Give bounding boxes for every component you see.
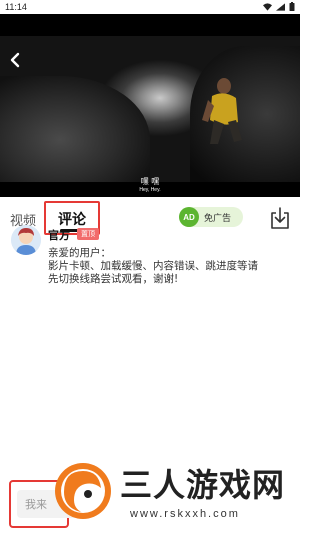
watermark-logo-icon — [55, 463, 111, 519]
battery-icon — [289, 2, 295, 11]
remove-ads-toggle[interactable]: AD 免广告 — [179, 207, 243, 227]
avatar — [11, 225, 41, 255]
remove-ads-label: 免广告 — [204, 213, 232, 224]
user-avatar-icon — [11, 225, 41, 255]
comment-line: 先切换线路尝试观看，谢谢! — [48, 273, 179, 285]
subtitle-english: Hey, Hey. — [139, 187, 161, 193]
back-arrow-icon[interactable] — [6, 50, 26, 70]
tab-comment[interactable]: 评论 — [58, 209, 86, 229]
cave-rock-left — [0, 76, 150, 182]
video-player[interactable]: 嘿 嘿 Hey, Hey. — [0, 14, 300, 197]
comment-body: 亲爱的用户： 影片卡顿、加载缓慢、内容错误、跳进度等请 先切换线路尝试观看，谢谢… — [48, 247, 288, 286]
watermark-text: 三人游戏网 — [120, 466, 286, 504]
download-icon[interactable] — [270, 207, 290, 229]
pinned-badge: 置顶 — [77, 228, 99, 240]
subtitle-main: 嘿 嘿 — [140, 177, 160, 186]
status-bar: 11:14 — [0, 0, 300, 14]
explorer-figure — [202, 78, 242, 144]
video-frame — [0, 36, 300, 182]
ad-badge: AD — [179, 207, 199, 227]
comment-line: 亲爱的用户： — [48, 247, 111, 259]
status-icons — [263, 2, 295, 11]
watermark-url: www.rskxxh.com — [130, 508, 240, 520]
wifi-icon — [263, 2, 272, 11]
comment-author: 官方 — [48, 229, 70, 242]
status-time: 11:14 — [5, 2, 27, 12]
signal-icon — [276, 2, 285, 11]
site-watermark: 三人游戏网 www.rskxxh.com — [48, 456, 296, 530]
tab-bar: 视频 评论 AD 免广告 — [0, 197, 300, 239]
comment-line: 影片卡顿、加载缓慢、内容错误、跳进度等请 — [48, 260, 258, 272]
